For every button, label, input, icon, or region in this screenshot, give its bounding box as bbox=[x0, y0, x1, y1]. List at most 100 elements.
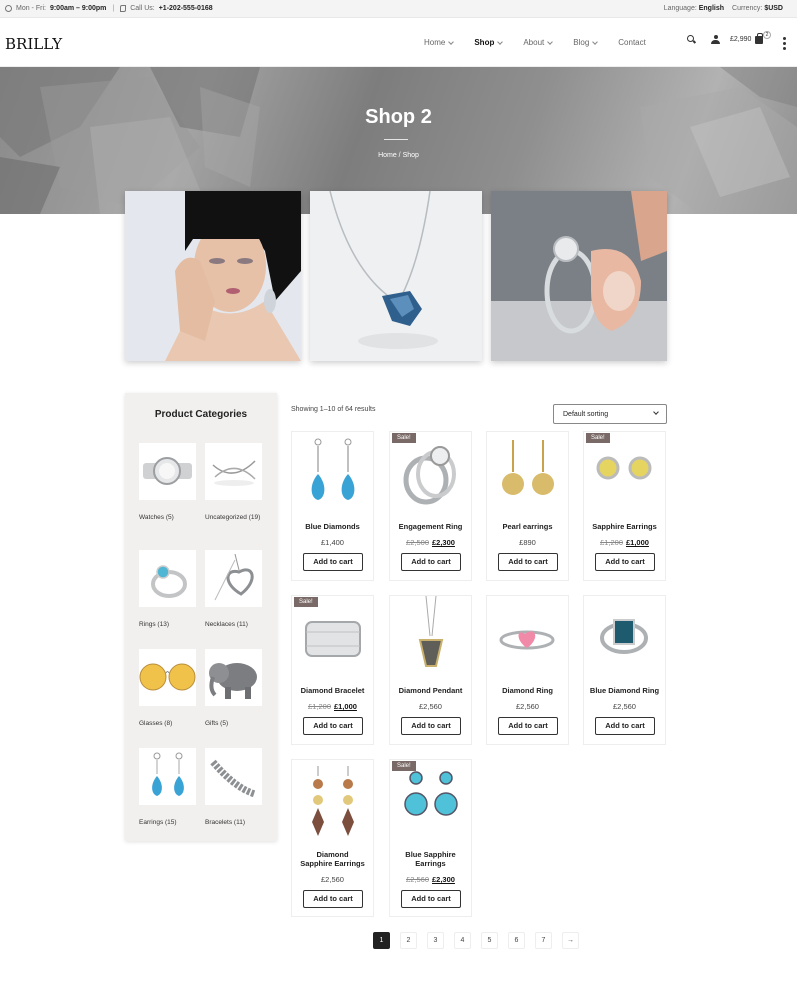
add-to-cart-button[interactable]: Add to cart bbox=[595, 717, 655, 735]
product-card[interactable]: Blue Diamonds £1,400 Add to cart bbox=[291, 431, 374, 581]
bracelet-thumbnail[interactable] bbox=[205, 748, 262, 805]
product-card[interactable]: Diamond Sapphire Earrings £2,560 Add to ca… bbox=[291, 759, 374, 917]
banner-ring[interactable] bbox=[491, 191, 667, 361]
phone-number[interactable]: +1-202-555-0168 bbox=[159, 5, 213, 12]
add-to-cart-button[interactable]: Add to cart bbox=[401, 553, 461, 571]
category-label[interactable]: Uncategorized (19) bbox=[205, 514, 263, 522]
ring-thumbnail[interactable] bbox=[139, 550, 196, 607]
category-label[interactable]: Watches (5) bbox=[139, 514, 197, 522]
old-price: £1,200 bbox=[600, 538, 623, 547]
product-card[interactable]: Sale! Diamond Bracelet £1,200 £1,000 Add to … bbox=[291, 595, 374, 745]
breadcrumb[interactable]: Home / Shop bbox=[0, 152, 797, 159]
elephant-thumbnail[interactable] bbox=[205, 649, 262, 706]
product-name[interactable]: Diamond Bracelet bbox=[292, 686, 373, 695]
nav-item-blog[interactable]: Blog bbox=[573, 38, 599, 47]
regular-price: £1,400 bbox=[321, 538, 344, 547]
page-5-button[interactable]: 5 bbox=[481, 932, 498, 949]
page-3-button[interactable]: 3 bbox=[427, 932, 444, 949]
product-card[interactable]: Pearl earrings £890 Add to cart bbox=[486, 431, 569, 581]
product-name[interactable]: Diamond Sapphire Earrings bbox=[292, 850, 373, 868]
category-label[interactable]: Necklaces (11) bbox=[205, 621, 263, 629]
nav-item-about[interactable]: About bbox=[523, 38, 554, 47]
product-card[interactable]: Sale! Engagement Ring £2,500 £2,300 Add to c… bbox=[389, 431, 472, 581]
currency-selector[interactable]: Currency: $USD bbox=[732, 5, 783, 12]
glasses-thumbnail[interactable] bbox=[139, 649, 196, 706]
category-uncategorized[interactable]: Uncategorized (19) bbox=[205, 443, 263, 522]
cart-bag-icon[interactable] bbox=[755, 32, 764, 44]
product-card[interactable]: Diamond Ring £2,560 Add to cart bbox=[486, 595, 569, 745]
category-watches[interactable]: Watches (5) bbox=[139, 443, 197, 522]
product-name[interactable]: Engagement Ring bbox=[390, 522, 471, 531]
old-price: £2,560 bbox=[406, 875, 429, 884]
product-image[interactable] bbox=[390, 760, 471, 842]
sorting-select[interactable]: Default sorting bbox=[553, 404, 667, 424]
product-name[interactable]: Pearl earrings bbox=[487, 522, 568, 531]
logo[interactable]: BRILLY bbox=[5, 35, 62, 53]
ring-wire-thumbnail[interactable] bbox=[205, 443, 262, 500]
product-image[interactable] bbox=[584, 596, 665, 678]
page-6-button[interactable]: 6 bbox=[508, 932, 525, 949]
banner-model[interactable] bbox=[125, 191, 301, 361]
category-rings[interactable]: Rings (13) bbox=[139, 550, 197, 629]
product-name[interactable]: Diamond Ring bbox=[487, 686, 568, 695]
category-label[interactable]: Earrings (15) bbox=[139, 819, 197, 827]
add-to-cart-button[interactable]: Add to cart bbox=[401, 890, 461, 908]
product-card[interactable]: Diamond Pendant £2,560 Add to cart bbox=[389, 595, 472, 745]
earrings-thumbnail[interactable] bbox=[139, 748, 196, 805]
category-bracelets[interactable]: Bracelets (11) bbox=[205, 748, 263, 827]
add-to-cart-button[interactable]: Add to cart bbox=[303, 717, 363, 735]
category-label[interactable]: Bracelets (11) bbox=[205, 819, 263, 827]
sale-price: £1,000 bbox=[626, 538, 649, 547]
product-image[interactable] bbox=[584, 432, 665, 514]
more-menu-icon[interactable] bbox=[783, 37, 786, 52]
add-to-cart-button[interactable]: Add to cart bbox=[303, 553, 363, 571]
product-name[interactable]: Blue Sapphire Earrings bbox=[390, 850, 471, 868]
product-image[interactable] bbox=[292, 596, 373, 678]
nav-item-contact[interactable]: Contact bbox=[618, 38, 646, 47]
nav-item-shop[interactable]: Shop bbox=[474, 38, 504, 47]
add-to-cart-button[interactable]: Add to cart bbox=[498, 717, 558, 735]
add-to-cart-button[interactable]: Add to cart bbox=[498, 553, 558, 571]
site-header: BRILLY Home Shop About Blog Contact £2,990 bbox=[0, 18, 797, 67]
product-image[interactable] bbox=[292, 432, 373, 514]
chevron-down-icon bbox=[547, 38, 554, 45]
regular-price: £2,560 bbox=[321, 875, 344, 884]
product-card[interactable]: Blue Diamond Ring £2,560 Add to cart bbox=[583, 595, 666, 745]
user-icon[interactable] bbox=[711, 35, 720, 44]
banner-necklace[interactable] bbox=[310, 191, 482, 361]
category-earrings[interactable]: Earrings (15) bbox=[139, 748, 197, 827]
cart-total[interactable]: £2,990 bbox=[730, 36, 751, 43]
category-glasses[interactable]: Glasses (8) bbox=[139, 649, 197, 728]
page-7-button[interactable]: 7 bbox=[535, 932, 552, 949]
product-name[interactable]: Diamond Pendant bbox=[390, 686, 471, 695]
category-gifts[interactable]: Gifts (5) bbox=[205, 649, 263, 728]
product-image[interactable] bbox=[390, 432, 471, 514]
add-to-cart-button[interactable]: Add to cart bbox=[595, 553, 655, 571]
add-to-cart-button[interactable]: Add to cart bbox=[401, 717, 461, 735]
next-page-button[interactable]: → bbox=[562, 932, 579, 949]
category-necklaces[interactable]: Necklaces (11) bbox=[205, 550, 263, 629]
product-image[interactable] bbox=[390, 596, 471, 678]
product-price: £1,400 bbox=[292, 538, 373, 547]
nav-item-home[interactable]: Home bbox=[424, 38, 455, 47]
page-2-button[interactable]: 2 bbox=[400, 932, 417, 949]
category-label[interactable]: Glasses (8) bbox=[139, 720, 197, 728]
page-4-button[interactable]: 4 bbox=[454, 932, 471, 949]
add-to-cart-button[interactable]: Add to cart bbox=[303, 890, 363, 908]
product-image[interactable] bbox=[292, 760, 373, 842]
product-name[interactable]: Blue Diamond Ring bbox=[584, 686, 665, 695]
watch-thumbnail[interactable] bbox=[139, 443, 196, 500]
page-1-button[interactable]: 1 bbox=[373, 932, 390, 949]
product-name[interactable]: Sapphire Earrings bbox=[584, 522, 665, 531]
nav-label: Contact bbox=[618, 38, 646, 47]
category-label[interactable]: Gifts (5) bbox=[205, 720, 263, 728]
category-label[interactable]: Rings (13) bbox=[139, 621, 197, 629]
product-image[interactable] bbox=[487, 596, 568, 678]
product-card[interactable]: Sale! Sapphire Earrings £1,200 £1,000 Add to… bbox=[583, 431, 666, 581]
product-card[interactable]: Sale! Blue Sapphire Earrings £2,560 £2,300 A… bbox=[389, 759, 472, 917]
language-selector[interactable]: Language: English bbox=[664, 5, 724, 12]
product-image[interactable] bbox=[487, 432, 568, 514]
heart-necklace-thumbnail[interactable] bbox=[205, 550, 262, 607]
search-icon[interactable] bbox=[687, 35, 696, 44]
product-name[interactable]: Blue Diamonds bbox=[292, 522, 373, 531]
